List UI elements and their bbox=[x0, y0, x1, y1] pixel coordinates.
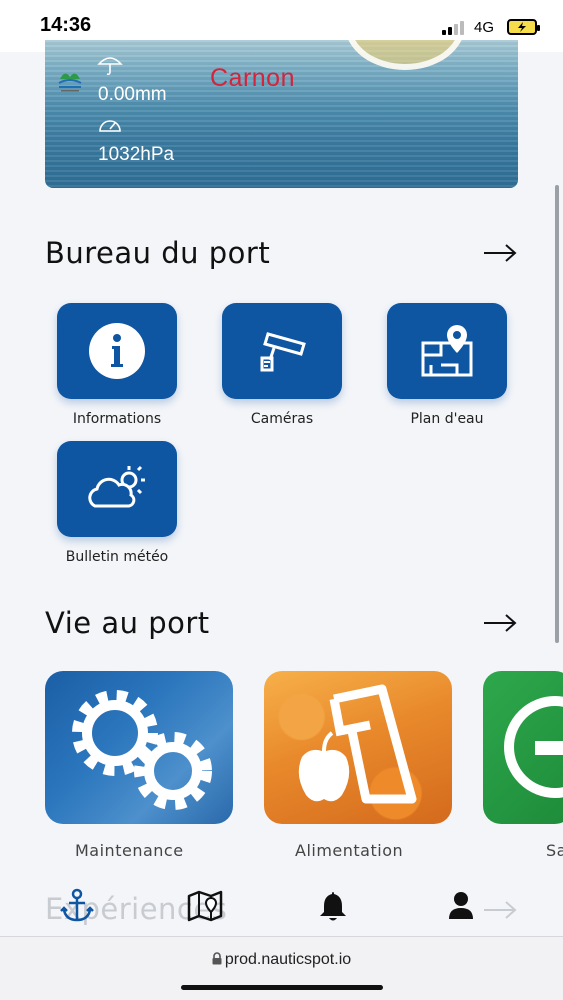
anchor-icon bbox=[60, 888, 94, 922]
nav-item-map[interactable] bbox=[185, 886, 225, 926]
section-title-vie: Vie au port bbox=[45, 606, 210, 640]
map-pin-icon bbox=[421, 325, 473, 377]
card-label-sante: Sa bbox=[546, 841, 563, 860]
section-title-bureau: Bureau du port bbox=[45, 236, 271, 270]
nav-item-profile[interactable] bbox=[441, 886, 481, 926]
tile-label-info: Informations bbox=[72, 411, 162, 427]
weather-icon bbox=[88, 465, 145, 508]
weather-hero-card[interactable]: Carnon 0.00mm 1032hPa bbox=[45, 40, 518, 188]
tile-label-map: Plan d'eau bbox=[410, 411, 484, 427]
gears-icon bbox=[72, 690, 212, 810]
url-text: prod.nauticspot.io bbox=[0, 951, 563, 969]
info-icon bbox=[89, 323, 145, 379]
tile-label-weather: Bulletin météo bbox=[65, 549, 169, 565]
rain-value: 0.00mm bbox=[98, 84, 167, 105]
battery-icon bbox=[507, 19, 540, 35]
nav-item-notifications[interactable] bbox=[313, 886, 353, 926]
alimentation-card[interactable] bbox=[264, 671, 452, 824]
scrollbar[interactable] bbox=[555, 185, 559, 643]
lock-icon bbox=[212, 952, 222, 965]
arrow-right-icon[interactable] bbox=[483, 613, 517, 633]
gauge-icon bbox=[99, 120, 121, 132]
bottom-nav bbox=[0, 880, 563, 936]
status-time: 14:36 bbox=[40, 14, 92, 36]
card-label-alimentation: Alimentation bbox=[295, 841, 404, 860]
plus-icon bbox=[504, 696, 563, 798]
card-label-maintenance: Maintenance bbox=[75, 841, 184, 860]
camera-tile[interactable] bbox=[222, 303, 342, 399]
signal-icon bbox=[442, 21, 466, 35]
sante-card[interactable] bbox=[483, 671, 563, 824]
nav-item-home[interactable] bbox=[57, 886, 97, 926]
browser-url-bar[interactable]: prod.nauticspot.io bbox=[0, 936, 563, 1000]
grocery-icon bbox=[298, 684, 417, 804]
user-icon bbox=[449, 892, 473, 919]
weather-tile[interactable] bbox=[57, 441, 177, 537]
port-name: Carnon bbox=[210, 64, 295, 92]
tile-label-camera: Caméras bbox=[250, 411, 314, 427]
url-label: prod.nauticspot.io bbox=[224, 951, 352, 968]
umbrella-icon bbox=[97, 57, 123, 76]
maintenance-card[interactable] bbox=[45, 671, 233, 824]
bell-icon bbox=[320, 892, 346, 921]
port-logo-icon bbox=[58, 73, 82, 92]
home-indicator bbox=[181, 985, 383, 990]
network-label: 4G bbox=[474, 19, 495, 36]
info-tile[interactable] bbox=[57, 303, 177, 399]
camera-icon bbox=[260, 332, 306, 372]
arrow-right-icon[interactable] bbox=[483, 243, 517, 263]
pressure-value: 1032hPa bbox=[98, 144, 175, 165]
map-tile[interactable] bbox=[387, 303, 507, 399]
map-icon bbox=[187, 890, 223, 922]
